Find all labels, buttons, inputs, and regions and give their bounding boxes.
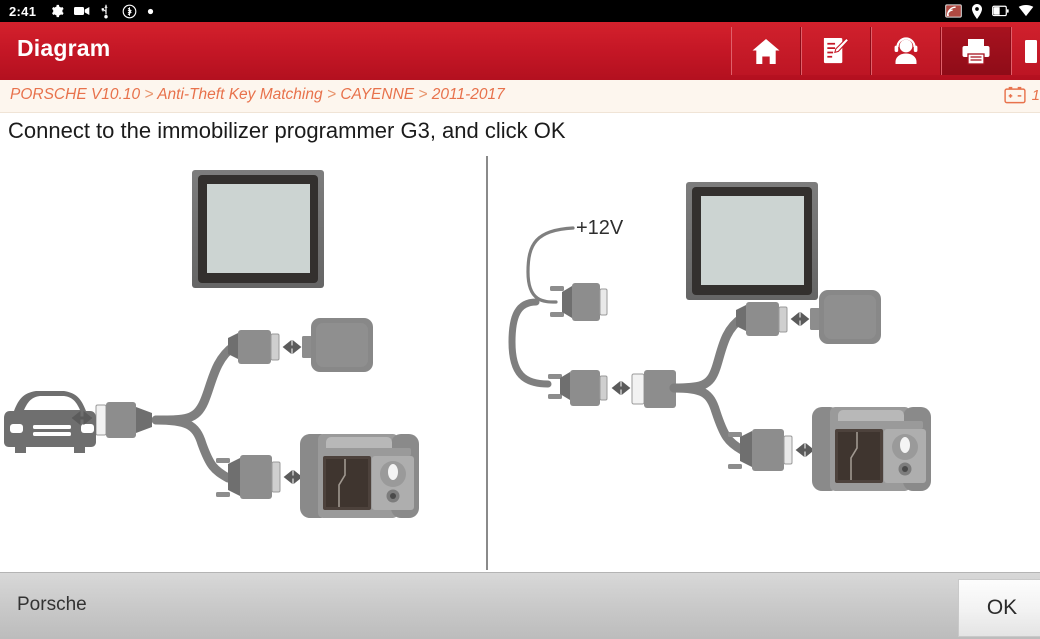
connect-arrow [282, 339, 302, 355]
header-toolbar [731, 27, 1040, 75]
ok-button[interactable]: OK [958, 579, 1040, 637]
print-button[interactable] [941, 27, 1011, 75]
page-title: Diagram [17, 35, 111, 61]
cast-screen-icon [945, 4, 962, 18]
vci-plug [736, 302, 788, 336]
db-connector [550, 283, 608, 321]
breadcrumb-separator: > [326, 86, 336, 103]
voltage-value: 1 [1031, 86, 1040, 104]
support-button[interactable] [871, 27, 941, 75]
connection-diagram-vehicle [0, 152, 486, 572]
voltage-indicator: 1 [1004, 86, 1040, 104]
display-tablet [686, 182, 818, 300]
home-button[interactable] [731, 27, 801, 75]
usb-icon [100, 4, 112, 19]
breadcrumb[interactable]: PORSCHE V10.10 > Anti-Theft Key Matching… [10, 86, 505, 104]
dot-icon [147, 8, 154, 15]
display-tablet [192, 170, 324, 288]
wifi-icon [1018, 5, 1034, 17]
connect-arrow [795, 442, 815, 458]
status-bar: 2:41 [0, 0, 1040, 22]
gear-icon [50, 4, 64, 18]
breadcrumb-item-3[interactable]: 2011-2017 [432, 86, 505, 103]
connect-arrow [611, 380, 631, 396]
main-connector [631, 370, 676, 408]
headset-person-icon [891, 37, 921, 65]
breadcrumb-item-0[interactable]: PORSCHE V10.10 [10, 86, 140, 103]
printer-icon [961, 38, 991, 65]
diagram-canvas: +12V [0, 152, 1040, 572]
lower-plug [548, 370, 608, 406]
vci-dongle [302, 318, 373, 372]
breadcrumb-bar: PORSCHE V10.10 > Anti-Theft Key Matching… [0, 80, 1040, 113]
notes-button[interactable] [801, 27, 871, 75]
vci-plug [228, 330, 280, 364]
vci-dongle [810, 290, 881, 344]
instruction-text: Connect to the immobilizer programmer G3… [8, 118, 566, 143]
edit-note-icon [822, 37, 851, 65]
battery-voltage-icon [1004, 86, 1026, 104]
connection-diagram-bench: +12V [488, 152, 1040, 572]
footer-bar: Porsche OK [0, 572, 1040, 639]
breadcrumb-separator: > [418, 86, 428, 103]
diagram-screen: 2:41 Diagram PORSCHE V10.10 > Anti-Theft… [0, 0, 1040, 639]
video-camera-icon [74, 5, 90, 17]
home-icon [751, 38, 781, 65]
immobilizer-programmer-g3 [812, 407, 931, 491]
battery-icon [992, 5, 1009, 17]
immobilizer-programmer-g3 [300, 434, 419, 518]
status-bar-left-icons [50, 4, 154, 19]
location-pin-icon [971, 3, 983, 19]
app-header: Diagram [0, 22, 1040, 82]
vehicle-label: Porsche [17, 594, 87, 615]
power-supply-label: +12V [576, 217, 624, 239]
bluetooth-icon [122, 4, 137, 19]
breadcrumb-separator: > [144, 86, 154, 103]
car [4, 391, 96, 453]
exit-icon [1015, 38, 1037, 65]
connect-arrow [283, 469, 303, 485]
exit-button[interactable] [1011, 27, 1040, 75]
breadcrumb-item-2[interactable]: CAYENNE [340, 86, 414, 103]
status-bar-right-icons [945, 0, 1034, 22]
status-bar-clock: 2:41 [9, 3, 37, 19]
obd-connector [95, 402, 152, 438]
breadcrumb-item-1[interactable]: Anti-Theft Key Matching [157, 86, 322, 103]
connect-arrow [790, 311, 810, 327]
